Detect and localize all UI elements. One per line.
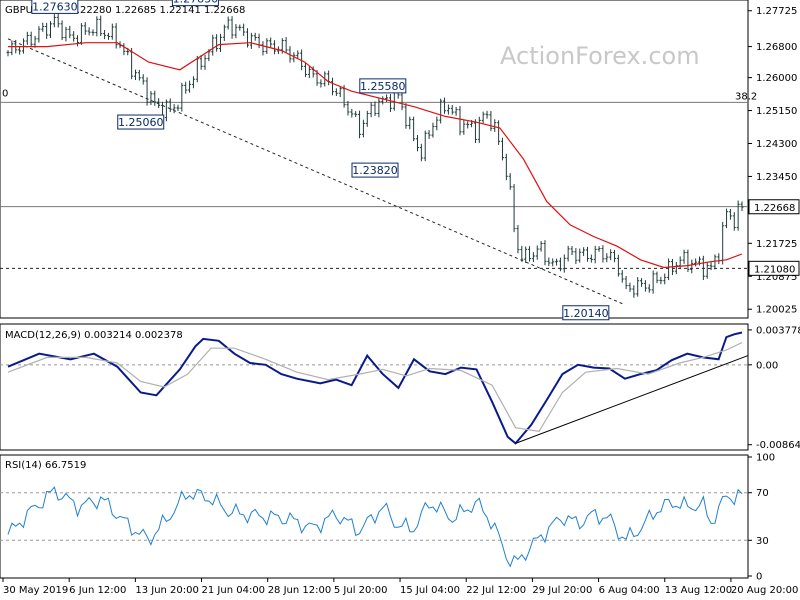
x-tick-label: 29 Jul 20:00 [532, 585, 592, 596]
y-tick-label: 1.21725 [756, 239, 797, 250]
x-tick-label: 22 Jul 12:00 [466, 585, 526, 596]
y-tick-label: 1.24300 [756, 139, 797, 150]
rsi-y-tick-label: 0 [756, 572, 762, 583]
y-tick-label: 1.27725 [756, 6, 797, 17]
y-tick-label: 1.25150 [756, 106, 797, 117]
x-tick-label: 30 May 2019 [3, 585, 68, 596]
x-tick-label: 13 Aug 12:00 [665, 585, 732, 596]
macd-y-tick-label: 0.00 [756, 360, 778, 371]
macd-y-tick-label: 0.003778 [756, 325, 800, 336]
macd-title: MACD(12,26,9) 0.003214 0.002378 [5, 330, 183, 341]
price-annotation-label: 1.27630 [32, 0, 78, 13]
x-tick-label: 13 Jun 20:00 [135, 585, 199, 596]
x-tick-label: 28 Jun 12:00 [268, 585, 332, 596]
y-tick-label: 1.26800 [756, 42, 797, 53]
price-annotation-label: 1.20140 [563, 307, 609, 320]
current-price-tag-text: 1.22668 [754, 203, 795, 214]
rsi-y-tick-label: 100 [756, 453, 775, 464]
y-tick-label: 1.20025 [756, 305, 797, 316]
rsi-y-tick-label: 30 [756, 536, 769, 547]
x-tick-label: 6 Aug 04:00 [599, 585, 660, 596]
price-annotation-label: 1.23820 [352, 164, 398, 177]
fibo-label: 38.2 [735, 91, 757, 102]
macd-y-tick-label: -0.008646 [756, 440, 800, 451]
price-annotation-label: 1.27830 [173, 0, 219, 6]
price-annotation-label: 1.25060 [118, 116, 164, 129]
x-tick-label: 20 Aug 20:00 [731, 585, 798, 596]
gbpusd-chart: ActionForex.com GBPUSD, H4 1.22280 1.226… [0, 0, 800, 600]
rsi-title: RSI(14) 66.7519 [5, 460, 86, 471]
level-price-tag-text: 1.21080 [754, 264, 795, 275]
x-tick-label: 6 Jun 12:00 [69, 585, 126, 596]
fibo-zero-label: 0 [2, 88, 8, 99]
x-tick-label: 5 Jul 20:00 [334, 585, 388, 596]
rsi-y-tick-label: 70 [756, 488, 769, 499]
price-annotation-label: 1.25580 [360, 80, 406, 93]
y-tick-label: 1.26000 [756, 73, 797, 84]
y-tick-label: 1.23450 [756, 172, 797, 183]
x-tick-label: 21 Jun 04:00 [202, 585, 266, 596]
x-tick-label: 15 Jul 04:00 [400, 585, 460, 596]
watermark: ActionForex.com [500, 42, 700, 70]
